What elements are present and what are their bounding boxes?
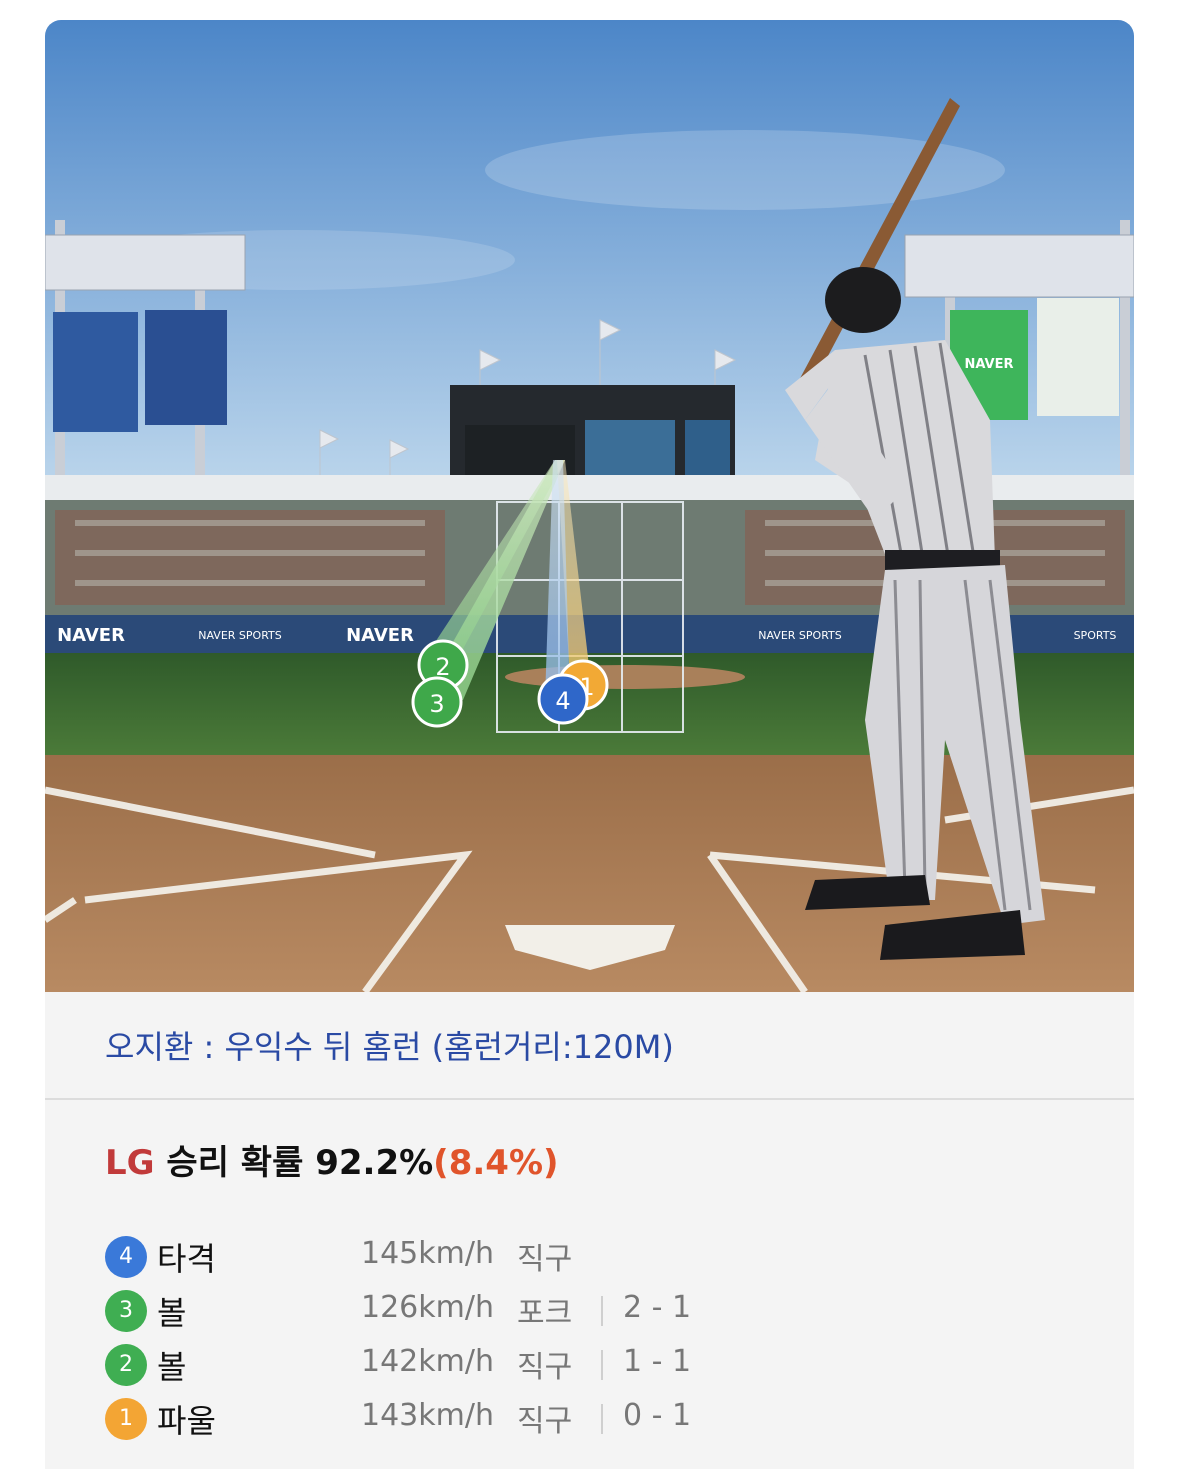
win-prob-text: 승리 확률 92.2% — [154, 1143, 434, 1183]
pitch-speed: 145km/h — [361, 1236, 494, 1271]
wall-ad-sports-far-right: SPORTS — [1074, 629, 1117, 642]
pitch-marker-3-label: 3 — [429, 690, 444, 718]
win-prob-team: LG — [105, 1143, 155, 1183]
count-divider — [601, 1296, 603, 1326]
pitch-result: 파울 — [157, 1402, 216, 1440]
pitch-visualization: NAVER NAVER NAVER NAVER SPORTS NAVER SPO… — [45, 20, 1134, 992]
win-probability: LG 승리 확률 92.2%(8.4%) — [105, 1135, 559, 1184]
pitch-result: 볼 — [157, 1348, 187, 1386]
count-divider — [601, 1404, 603, 1434]
pitch-type: 직구 — [517, 1242, 573, 1277]
naver-billboard-text: NAVER — [964, 357, 1013, 372]
pitch-number-badge: 1 — [105, 1398, 147, 1440]
pitch-speed: 143km/h — [361, 1398, 494, 1433]
pitch-type: 직구 — [517, 1350, 573, 1385]
pitch-row: 3 볼 126km/h 포크 2 - 1 — [105, 1286, 1005, 1340]
pitch-tracker-card: NAVER NAVER NAVER NAVER SPORTS NAVER SPO… — [45, 20, 1134, 1469]
pitch-speed: 142km/h — [361, 1344, 494, 1379]
play-caption[interactable]: 오지환 : 우익수 뒤 홈런 (홈런거리:120M) — [105, 1022, 674, 1068]
pitch-number-badge: 3 — [105, 1290, 147, 1332]
wall-ad-naver-left: NAVER — [57, 625, 125, 646]
wall-ad-sports-left: NAVER SPORTS — [198, 629, 282, 642]
wall-ad-naver-center: NAVER — [346, 625, 414, 646]
pitch-number-badge: 2 — [105, 1344, 147, 1386]
count-divider — [601, 1350, 603, 1380]
pitch-row: 2 볼 142km/h 직구 1 - 1 — [105, 1340, 1005, 1394]
pitch-list: 4 타격 145km/h 직구 3 볼 126km/h 포크 2 - 1 2 볼… — [105, 1232, 1005, 1448]
win-prob-delta: (8.4%) — [433, 1143, 559, 1183]
pitch-row: 1 파울 143km/h 직구 0 - 1 — [105, 1394, 1005, 1448]
pitch-speed: 126km/h — [361, 1290, 494, 1325]
pitch-count: 0 - 1 — [623, 1398, 692, 1433]
pitch-result: 타격 — [157, 1240, 216, 1278]
pitch-type: 포크 — [517, 1296, 573, 1331]
pitch-marker-4-label: 4 — [555, 687, 570, 715]
pitch-marker-4[interactable]: 4 — [537, 673, 589, 725]
pitch-count: 2 - 1 — [623, 1290, 692, 1325]
pitch-count: 1 - 1 — [623, 1344, 692, 1379]
wall-ad-sports-right: NAVER SPORTS — [758, 629, 842, 642]
pitch-number-badge: 4 — [105, 1236, 147, 1278]
pitch-type: 직구 — [517, 1404, 573, 1439]
play-caption-section: 오지환 : 우익수 뒤 홈런 (홈런거리:120M) — [45, 992, 1134, 1100]
pitch-row: 4 타격 145km/h 직구 — [105, 1232, 1005, 1286]
pitch-marker-3[interactable]: 3 — [411, 676, 463, 728]
pitch-result: 볼 — [157, 1294, 187, 1332]
